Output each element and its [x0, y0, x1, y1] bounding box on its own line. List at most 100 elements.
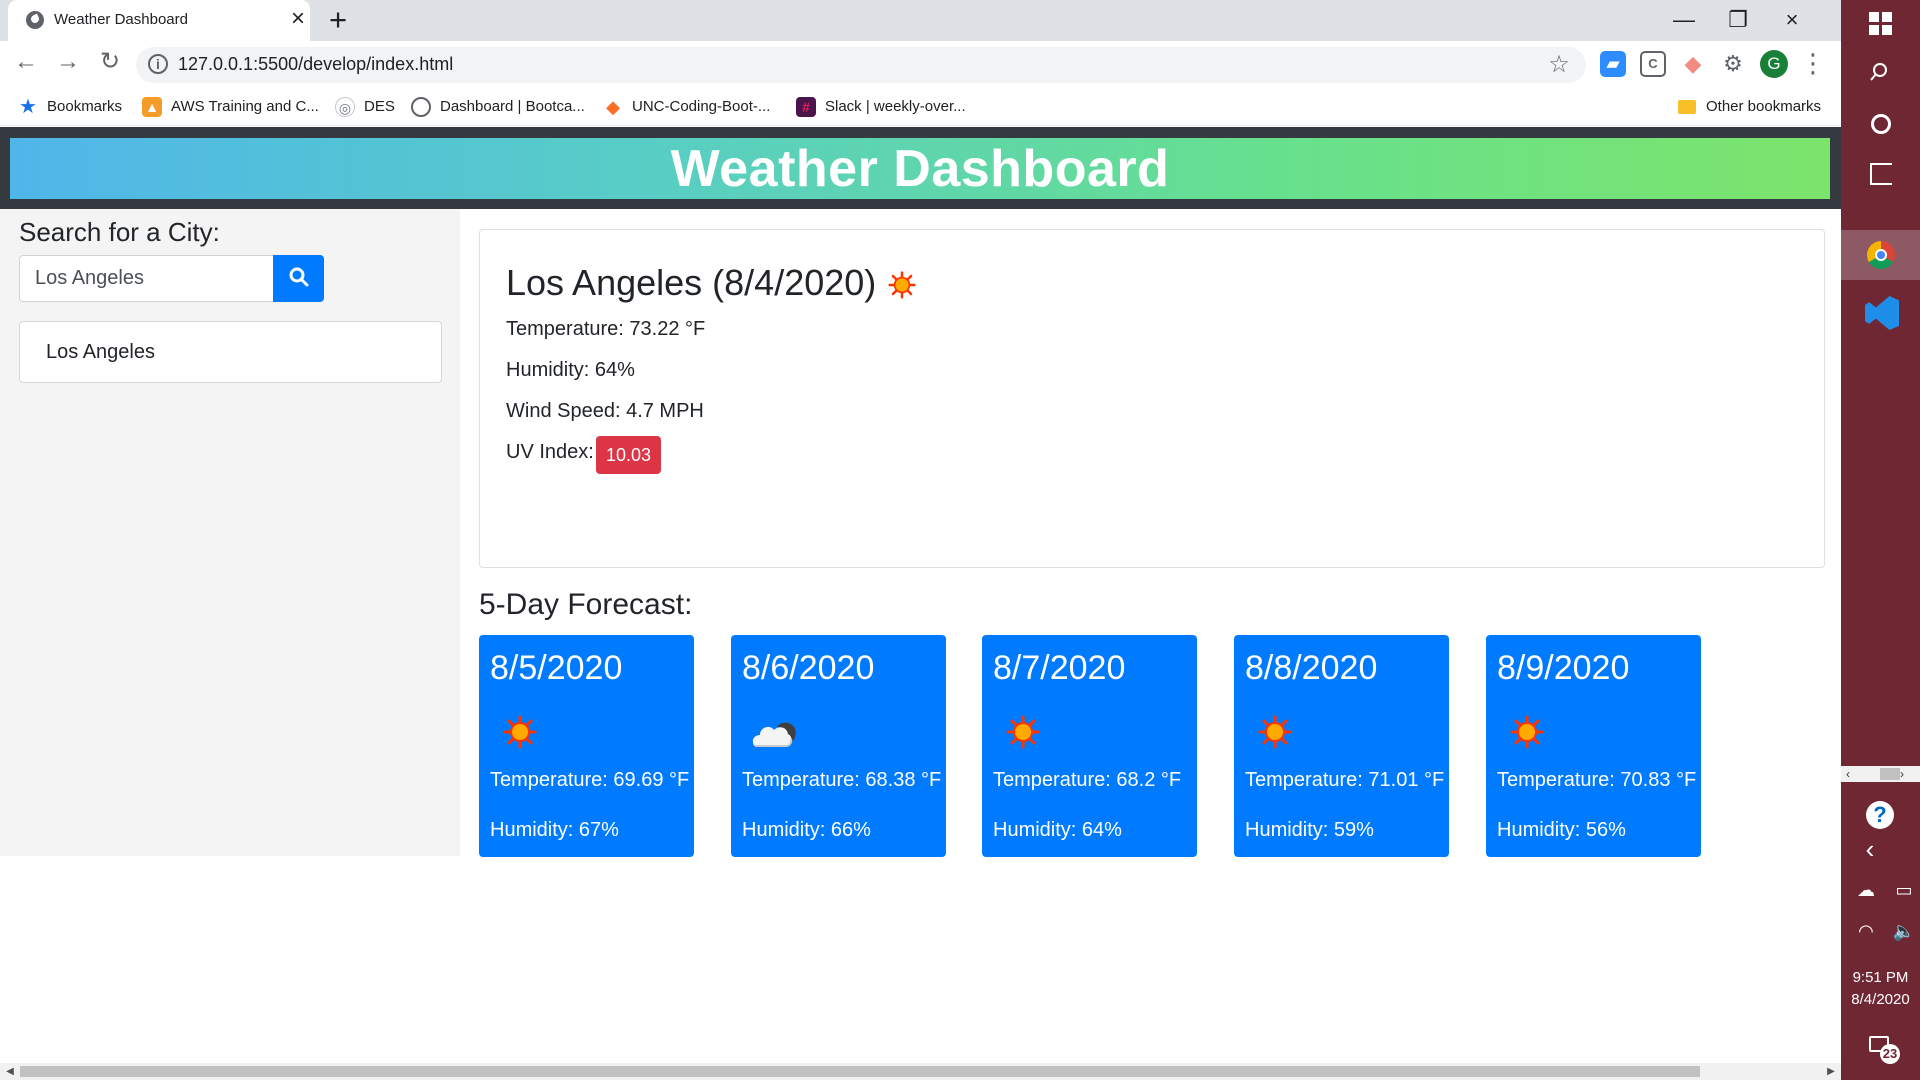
close-tab-icon[interactable]: ×: [286, 7, 310, 31]
battery-icon[interactable]: ▭: [1892, 878, 1916, 902]
tab-strip: Weather Dashboard × + — ❐ ×: [0, 0, 1841, 41]
search-button[interactable]: [273, 255, 324, 302]
search-icon: [1870, 63, 1887, 81]
forecast-humidity: Humidity: 59%: [1245, 819, 1374, 841]
extensions-puzzle-icon[interactable]: ⚙: [1720, 51, 1746, 77]
sunny-icon: [503, 715, 537, 749]
horizontal-scrollbar[interactable]: ◀ ▶: [0, 1063, 1841, 1080]
cortana-button[interactable]: [1841, 100, 1920, 148]
chevron-right-icon[interactable]: ›: [1900, 766, 1914, 782]
search-icon: [289, 267, 309, 287]
restore-icon[interactable]: ❐: [1716, 4, 1760, 36]
forecast-humidity: Humidity: 64%: [993, 819, 1122, 841]
bookmark-label: DES: [364, 98, 395, 115]
forecast-humidity: Humidity: 66%: [742, 819, 871, 841]
taskbar-search-button[interactable]: [1841, 50, 1920, 98]
onedrive-cloud-icon[interactable]: ☁: [1854, 878, 1878, 902]
search-heading: Search for a City:: [19, 217, 220, 247]
bookmarks-bar: ★ Bookmarks ▲ AWS Training and C... ◎ DE…: [0, 88, 1841, 126]
folder-icon: [1678, 100, 1696, 114]
header-background: Weather Dashboard: [0, 127, 1841, 209]
taskbar-date[interactable]: 8/4/2020: [1841, 991, 1920, 1008]
forecast-temperature: Temperature: 71.01 °F: [1245, 769, 1445, 791]
taskbar-scrollbar[interactable]: ‹ ›: [1841, 766, 1920, 782]
weather-banner: Weather Dashboard: [10, 138, 1830, 199]
forecast-card: 8/9/2020 Temperature: 70.83 °F Humidity:…: [1486, 635, 1701, 857]
forecast-card: 8/5/2020 Temperature: 69.69 °F Humidity:…: [479, 635, 694, 857]
task-view-button[interactable]: [1841, 150, 1920, 198]
forecast-date: 8/9/2020: [1497, 649, 1630, 687]
windows-logo-icon: [1869, 12, 1893, 36]
wifi-icon[interactable]: ◠: [1854, 919, 1878, 943]
active-browser-tab[interactable]: Weather Dashboard ×: [8, 0, 310, 41]
forecast-temperature: Temperature: 68.38 °F: [742, 769, 942, 791]
info-icon[interactable]: i: [148, 54, 168, 74]
bookmark-star-icon[interactable]: ☆: [1544, 50, 1574, 80]
uv-index-badge: 10.03: [596, 436, 661, 474]
forecast-temperature: Temperature: 69.69 °F: [490, 769, 690, 791]
new-tab-icon[interactable]: +: [322, 4, 354, 37]
bookmark-label: Slack | weekly-over...: [825, 98, 966, 115]
partly-cloudy-night-icon: [752, 722, 796, 747]
volume-icon[interactable]: 🔈: [1892, 919, 1916, 943]
forecast-date: 8/7/2020: [993, 649, 1126, 687]
current-city-title: Los Angeles (8/4/2020): [506, 262, 877, 303]
url-text[interactable]: 127.0.0.1:5500/develop/index.html: [178, 54, 778, 75]
taskbar-time[interactable]: 9:51 PM: [1841, 969, 1920, 986]
forecast-heading: 5-Day Forecast:: [479, 588, 693, 621]
city-search-input[interactable]: [19, 255, 273, 302]
sunny-icon: [1006, 715, 1040, 749]
notification-count-badge[interactable]: 23: [1880, 1044, 1900, 1064]
browser-menu-icon[interactable]: ⋮: [1800, 48, 1826, 80]
cortana-icon: [1871, 114, 1891, 134]
bookmark-label: Dashboard | Bootca...: [440, 98, 585, 115]
aws-icon: ▲: [142, 97, 162, 117]
current-weather-card: Los Angeles (8/4/2020) Temperature: 73.2…: [479, 229, 1825, 568]
chevron-left-icon[interactable]: ‹: [1858, 836, 1882, 862]
back-arrow-icon[interactable]: ←: [10, 46, 42, 78]
scrollbar-thumb[interactable]: [20, 1066, 1700, 1077]
chevron-left-icon[interactable]: ‹: [1846, 766, 1860, 782]
address-bar[interactable]: i 127.0.0.1:5500/develop/index.html ☆: [136, 47, 1586, 83]
clipboard-extension-icon[interactable]: C: [1640, 51, 1666, 77]
forecast-card: 8/6/2020 Temperature: 68.38 °F Humidity:…: [731, 635, 946, 857]
other-bookmarks-folder[interactable]: Other bookmarks: [1678, 95, 1828, 119]
help-icon[interactable]: ?: [1866, 801, 1894, 829]
globe-icon: [411, 97, 431, 117]
current-temperature: Temperature: 73.22 °F: [506, 318, 706, 340]
task-view-icon: [1870, 163, 1892, 185]
search-sidebar: Search for a City: Los Angeles: [0, 209, 460, 856]
windows-taskbar: [1841, 0, 1920, 1080]
slack-icon: #: [796, 97, 816, 117]
scroll-right-arrow-icon[interactable]: ▶: [1823, 1065, 1839, 1078]
reload-icon[interactable]: ↻: [94, 46, 126, 78]
screen: Weather Dashboard × + — ❐ × ← → ↻ i 127.…: [0, 0, 1920, 1080]
forecast-temperature: Temperature: 70.83 °F: [1497, 769, 1697, 791]
vscode-icon[interactable]: [1865, 296, 1899, 330]
globe-icon: [26, 11, 44, 29]
current-wind-speed: Wind Speed: 4.7 MPH: [506, 400, 704, 422]
minimize-icon[interactable]: —: [1662, 4, 1706, 36]
globe-icon: ◎: [335, 97, 355, 117]
screencastify-extension-icon[interactable]: ◆: [1680, 51, 1706, 77]
bookmark-label: AWS Training and C...: [171, 98, 319, 115]
history-city-item[interactable]: Los Angeles: [46, 341, 155, 364]
chrome-icon: [1867, 241, 1895, 269]
scroll-left-arrow-icon[interactable]: ◀: [2, 1065, 18, 1078]
profile-avatar[interactable]: G: [1760, 50, 1788, 78]
search-history-list: Los Angeles: [19, 321, 442, 383]
forward-arrow-icon[interactable]: →: [52, 46, 84, 78]
weather-page: Weather Dashboard Search for a City: Los…: [0, 127, 1841, 1065]
browser-toolbar: ← → ↻ i 127.0.0.1:5500/develop/index.htm…: [0, 41, 1841, 88]
uv-index-label: UV Index:: [506, 441, 594, 463]
taskbar-scroll-thumb[interactable]: [1880, 768, 1900, 780]
sunny-icon: [1510, 715, 1544, 749]
chrome-taskbar-button[interactable]: [1841, 230, 1920, 280]
forecast-card: 8/7/2020 Temperature: 68.2 °F Humidity: …: [982, 635, 1197, 857]
star-icon: ★: [19, 96, 37, 118]
chrome-browser-window: Weather Dashboard × + — ❐ × ← → ↻ i 127.…: [0, 0, 1841, 1080]
forecast-humidity: Humidity: 67%: [490, 819, 619, 841]
zoom-extension-icon[interactable]: ▰: [1600, 51, 1626, 77]
start-button[interactable]: [1841, 0, 1920, 48]
close-window-icon[interactable]: ×: [1770, 4, 1814, 36]
